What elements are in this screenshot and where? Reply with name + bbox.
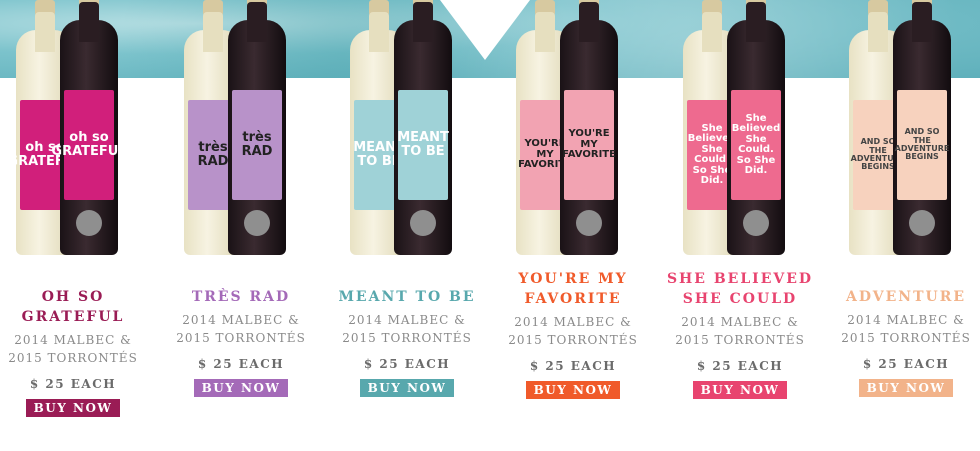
bottle-pair-image[interactable]: AND SO THE ADVENTURE BEGINS AND SO THE A… [841,0,971,265]
product-desc-line-2: 2015 TORRONTÉS [8,351,138,365]
product-desc-line-1: 2014 MALBEC & [514,315,632,329]
malbec-bottle: très RAD [228,0,286,255]
product-card-meant-to-be: MEANT TO BE MEANT TO BE MEANT TO BE 2014… [327,0,487,397]
product-name[interactable]: MEANT TO BE [327,287,487,307]
product-desc-line-2: 2015 TORRONTÉS [342,331,472,345]
buy-now-button[interactable]: BUY NOW [692,381,788,399]
bottle-label: She Believed She Could. So She Did. [731,90,781,200]
bottle-label: très RAD [232,90,282,200]
bottle-pair-image[interactable]: She Believed She Could. So She Did. She … [675,0,805,265]
product-card-youre-my-favorite: YOU'RE MY FAVORITE YOU'RE MY FAVORITE YO… [493,0,653,399]
brand-seal-icon [76,210,102,236]
product-desc-line-1: 2014 MALBEC & [847,313,965,327]
product-desc-line-1: 2014 MALBEC & [348,313,466,327]
brand-seal-icon [576,210,602,236]
product-desc-line-2: 2015 TORRONTÉS [508,333,638,347]
brand-seal-icon [410,210,436,236]
product-desc-line-2: 2015 TORRONTÉS [675,333,805,347]
product-name-line-2[interactable]: SHE COULD [660,289,820,309]
bottle-pair-image[interactable]: très RAD très RAD [176,0,306,265]
buy-now-button[interactable]: BUY NOW [525,381,621,399]
brand-seal-icon [909,210,935,236]
buy-now-button[interactable]: BUY NOW [359,379,455,397]
product-desc-line-1: 2014 MALBEC & [681,315,799,329]
product-price: $ 25 EACH [363,357,451,371]
bottle-label: AND SO THE ADVENTURE BEGINS [895,90,949,200]
bottle-label: MEANT TO BE [397,90,449,200]
product-desc-line-1: 2014 MALBEC & [14,333,132,347]
product-name[interactable]: ADVENTURE [826,287,980,307]
product-name[interactable]: TRÈS RAD [161,287,321,307]
buy-now-button[interactable]: BUY NOW [25,399,121,417]
brand-seal-icon [743,210,769,236]
malbec-bottle: MEANT TO BE [394,0,452,255]
malbec-bottle: YOU'RE MY FAVORITE [560,0,618,255]
product-name-line-1[interactable]: YOU'RE MY [493,269,653,289]
product-name[interactable]: OH SO GRATEFUL [0,287,153,327]
product-card-tres-rad: très RAD très RAD TRÈS RAD 2014 MALBEC &… [161,0,321,397]
bottle-pair-image[interactable]: oh so GRATEFUL oh so GRATEFUL [7,0,138,265]
bottle-label: YOU'RE MY FAVORITE [562,90,616,200]
product-desc-line-1: 2014 MALBEC & [182,313,300,327]
product-price: $ 25 EACH [862,357,950,371]
product-desc-line-2: 2015 TORRONTÉS [176,331,306,345]
product-price: $ 25 EACH [197,357,285,371]
product-card-she-believed-she-could: She Believed She Could. So She Did. She … [660,0,820,399]
product-desc-line-2: 2015 TORRONTÉS [841,331,971,345]
product-name-line-2[interactable]: FAVORITE [493,289,653,309]
product-card-adventure: AND SO THE ADVENTURE BEGINS AND SO THE A… [826,0,980,397]
product-price: $ 25 EACH [529,359,617,373]
malbec-bottle: She Believed She Could. So She Did. [727,0,785,255]
bottle-pair-image[interactable]: MEANT TO BE MEANT TO BE [342,0,472,265]
product-name-line-1[interactable]: SHE BELIEVED [660,269,820,289]
malbec-bottle: oh so GRATEFUL [51,0,127,255]
brand-seal-icon [244,210,270,236]
buy-now-button[interactable]: BUY NOW [858,379,954,397]
product-price: $ 25 EACH [696,359,784,373]
bottle-pair-image[interactable]: YOU'RE MY FAVORITE YOU'RE MY FAVORITE [508,0,638,265]
product-price: $ 25 EACH [29,377,117,391]
bottle-label: oh so GRATEFUL [51,90,127,200]
product-card-oh-so-grateful: oh so GRATEFUL oh so GRATEFUL OH SO GRAT… [0,0,153,417]
buy-now-button[interactable]: BUY NOW [193,379,289,397]
malbec-bottle: AND SO THE ADVENTURE BEGINS [893,0,951,255]
